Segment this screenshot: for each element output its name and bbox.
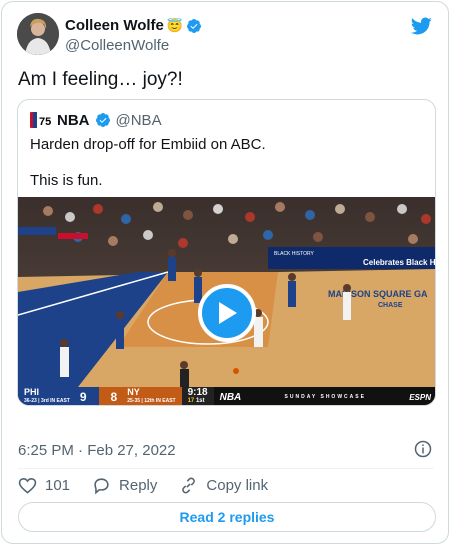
scorebug-network: NBA <box>213 387 248 405</box>
scorebug-home: PHI 36-23 | 3rd IN EAST 9 <box>18 387 99 405</box>
video-player[interactable]: BLACK HISTORY Celebrates Black H MADISON… <box>18 197 436 405</box>
tweet-timestamp[interactable]: 6:25 PM · Feb 27, 2022 <box>18 442 176 459</box>
showcase-text: SUNDAY SHOWCASE <box>284 394 366 400</box>
quote-text-line2: This is fun. <box>30 172 103 189</box>
broadcaster-logo: ESPN <box>409 392 431 402</box>
avatar[interactable] <box>17 13 59 55</box>
quote-author-handle[interactable]: @NBA <box>116 112 162 129</box>
author-name-row[interactable]: Colleen Wolfe 😇 <box>65 17 202 35</box>
arena-banner-1: BLACK HISTORY <box>274 251 314 257</box>
like-count: 101 <box>45 477 71 494</box>
away-team: NY <box>127 387 140 397</box>
play-button[interactable] <box>198 284 256 342</box>
verified-badge-icon <box>187 19 202 33</box>
home-score: 9 <box>79 390 87 404</box>
copy-link-button[interactable]: Copy link <box>179 476 268 495</box>
author-handle[interactable]: @ColleenWolfe <box>65 36 202 56</box>
quote-text-line1: Harden drop-off for Embiid on ABC. <box>30 136 266 153</box>
court-text-2: CHASE <box>378 302 403 309</box>
scorebug-broadcaster: ESPN <box>403 387 435 405</box>
info-icon[interactable] <box>414 440 432 458</box>
quote-text: Harden drop-off for Embiid on ABC. This … <box>30 135 425 191</box>
twitter-logo-icon[interactable] <box>410 15 432 37</box>
quote-author-name[interactable]: NBA <box>57 112 90 129</box>
away-score: 8 <box>110 390 118 404</box>
shot-clock: 17 <box>187 398 195 404</box>
like-button[interactable]: 101 <box>18 476 70 495</box>
action-bar: 101 Reply Copy link <box>18 476 290 495</box>
scorebug-clock: 9:18 17 1st <box>181 387 214 405</box>
home-team: PHI <box>24 387 40 397</box>
network-logo: NBA <box>219 391 242 403</box>
author-emoji: 😇 <box>166 18 184 33</box>
quarter: 1st <box>195 398 205 404</box>
author-name[interactable]: Colleen Wolfe <box>65 17 164 35</box>
svg-text:75: 75 <box>39 116 51 128</box>
tweet-text: Am I feeling… joy?! <box>18 69 183 90</box>
home-record: 36-23 | 3rd IN EAST <box>24 398 70 404</box>
arena-banner-2: Celebrates Black H <box>363 258 436 267</box>
divider <box>18 468 434 469</box>
scorebug-showcase: SUNDAY SHOWCASE <box>247 387 404 405</box>
heart-icon <box>18 477 37 494</box>
scorebug-away: 8 NY 25-35 | 12th IN EAST <box>98 387 182 405</box>
reply-button[interactable]: Reply <box>92 476 157 495</box>
nba-75-logo-icon: 75 <box>30 112 51 128</box>
reply-label: Reply <box>119 477 158 494</box>
link-icon <box>182 477 196 494</box>
verified-badge-icon <box>95 113 110 127</box>
away-record: 25-35 | 12th IN EAST <box>127 398 176 404</box>
scorebug: PHI 36-23 | 3rd IN EAST 9 8 NY 25-35 | 1… <box>18 387 435 405</box>
game-clock: 9:18 <box>187 387 208 398</box>
tweet-card[interactable]: Colleen Wolfe 😇 @ColleenWolfe Am I feeli… <box>1 1 449 544</box>
reply-icon <box>94 478 109 495</box>
copy-link-label: Copy link <box>206 477 269 494</box>
quoted-tweet[interactable]: 75 NBA @NBA Harden drop-off for Embiid o… <box>17 99 436 406</box>
read-replies-button[interactable]: Read 2 replies <box>18 502 436 532</box>
play-icon <box>219 302 237 324</box>
